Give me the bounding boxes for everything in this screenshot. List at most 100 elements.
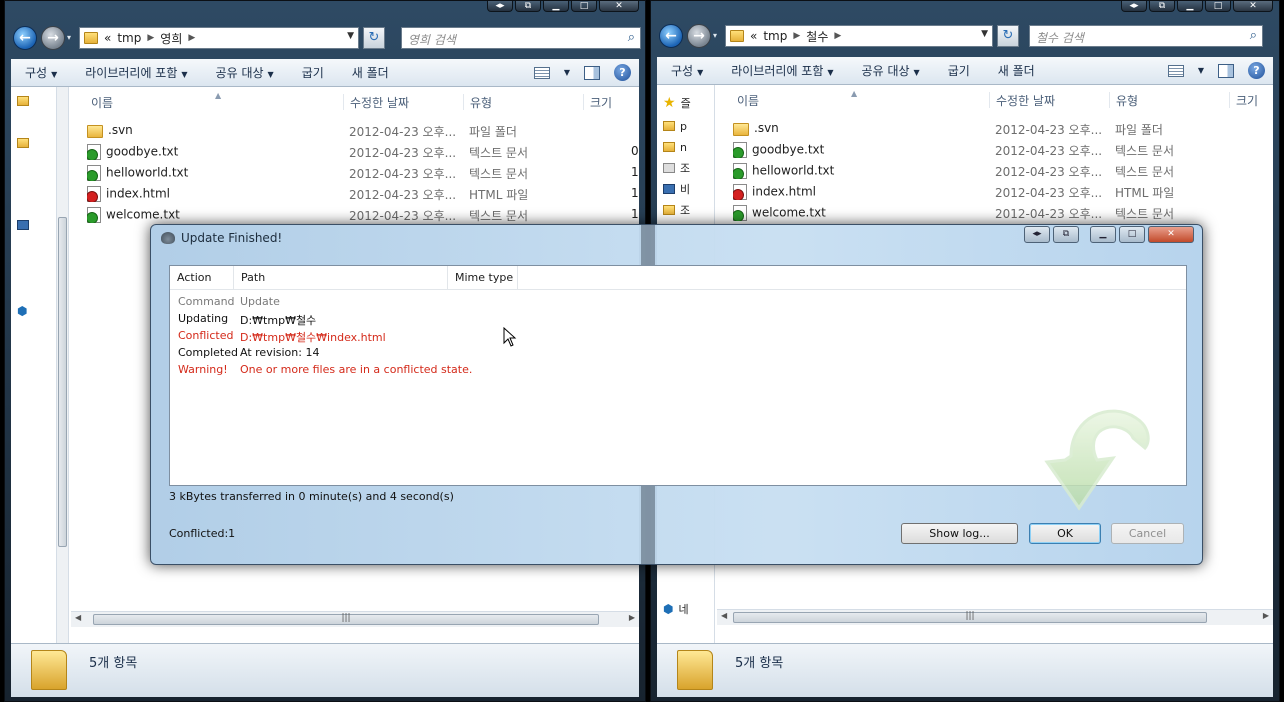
nav-item-network[interactable]: ⬢ 네 (663, 601, 689, 617)
file-name[interactable]: welcome.txt (87, 207, 337, 223)
column-size[interactable]: 크기 (1229, 92, 1279, 108)
include-library-menu[interactable]: 라이브러리에 포함 ▼ (71, 64, 201, 81)
show-log-button[interactable]: Show log... (901, 523, 1018, 544)
refresh-button[interactable]: ↻ (997, 25, 1019, 47)
view-options-icon[interactable] (533, 66, 550, 79)
snap-icon[interactable]: ◂▸ (487, 1, 513, 12)
file-row[interactable]: helloworld.txt2012-04-23 오후...텍스트 문서1 (717, 160, 1273, 181)
nav-item[interactable] (17, 135, 29, 151)
back-button[interactable]: ← (13, 26, 37, 50)
file-name[interactable]: .svn (733, 121, 983, 136)
snap-icon[interactable]: ◂▸ (1121, 1, 1147, 12)
scroll-thumb[interactable]: ||| (93, 613, 599, 625)
chevron-down-icon[interactable]: ▼ (1198, 66, 1204, 75)
column-action[interactable]: Action (170, 266, 234, 290)
breadcrumb-current[interactable]: 영희 (160, 30, 182, 47)
nav-item[interactable]: n (663, 139, 687, 155)
search-input[interactable]: 철수 검색 ⌕ (1029, 25, 1263, 47)
burn-button[interactable]: 굽기 (934, 62, 984, 79)
back-button[interactable]: ← (659, 24, 683, 48)
new-folder-button[interactable]: 새 폴더 (984, 62, 1049, 79)
nav-item-favorites[interactable]: ★ 즐 (663, 95, 691, 111)
organize-menu[interactable]: 구성 ▼ (11, 64, 71, 81)
address-bar[interactable]: « tmp ▶ 철수 ▶ ▼ (725, 25, 993, 47)
view-options-icon[interactable] (1167, 64, 1184, 77)
chevron-right-icon[interactable]: ▶ (793, 31, 800, 41)
search-icon[interactable]: ⌕ (1250, 28, 1257, 43)
help-icon[interactable]: ? (614, 64, 631, 81)
chevron-down-icon[interactable]: ▼ (347, 31, 354, 41)
close-button[interactable]: ✕ (1233, 1, 1273, 12)
file-row[interactable]: goodbye.txt2012-04-23 오후...텍스트 문서0 (71, 141, 639, 162)
breadcrumb-current[interactable]: 철수 (806, 28, 828, 45)
nav-item[interactable]: p (663, 118, 687, 134)
file-name[interactable]: goodbye.txt (87, 144, 337, 160)
preview-pane-icon[interactable] (1218, 63, 1234, 78)
cancel-button[interactable]: Cancel (1111, 523, 1184, 544)
search-icon[interactable]: ⌕ (628, 30, 635, 45)
column-name[interactable]: 이름 ▲ (85, 91, 343, 110)
scroll-right-icon[interactable]: ▶ (629, 613, 635, 622)
column-mime-type[interactable]: Mime type (448, 266, 518, 290)
file-row[interactable]: welcome.txt2012-04-23 오후...텍스트 문서1 (71, 204, 639, 225)
restore-icon[interactable]: ⧉ (1149, 1, 1175, 12)
minimize-button[interactable]: ▁ (543, 1, 569, 12)
navigation-pane[interactable]: ⬢ (11, 87, 69, 645)
column-type[interactable]: 유형 (463, 94, 583, 110)
log-row[interactable]: Conflicted D:₩tmp₩철수₩index.html (170, 328, 1186, 345)
help-icon[interactable]: ? (1248, 62, 1265, 79)
minimize-button[interactable]: ▁ (1177, 1, 1203, 12)
column-date[interactable]: 수정한 날짜 (989, 92, 1109, 108)
maximize-button[interactable]: □ (571, 1, 597, 12)
nav-item[interactable]: 조 (663, 202, 690, 218)
file-name[interactable]: welcome.txt (733, 205, 983, 221)
include-library-menu[interactable]: 라이브러리에 포함 ▼ (717, 62, 847, 79)
forward-button[interactable]: → (687, 24, 711, 48)
organize-menu[interactable]: 구성 ▼ (657, 62, 717, 79)
nav-item[interactable] (17, 217, 29, 233)
chevron-right-icon[interactable]: ▶ (834, 31, 841, 41)
refresh-button[interactable]: ↻ (363, 27, 385, 49)
snap-icon[interactable]: ◂▸ (1024, 226, 1050, 243)
file-name[interactable]: helloworld.txt (87, 165, 337, 181)
ok-button[interactable]: OK (1029, 523, 1101, 544)
column-date[interactable]: 수정한 날짜 (343, 94, 463, 110)
nav-item[interactable]: ⬢ (17, 303, 27, 319)
log-row[interactable]: Completed At revision: 14 (170, 345, 1186, 362)
nav-item[interactable]: 비 (663, 181, 690, 197)
maximize-button[interactable]: □ (1205, 1, 1231, 12)
forward-button[interactable]: → (41, 26, 65, 50)
address-bar[interactable]: « tmp ▶ 영희 ▶ ▼ (79, 27, 359, 49)
maximize-button[interactable]: □ (1119, 226, 1145, 243)
share-with-menu[interactable]: 공유 대상 ▼ (202, 64, 288, 81)
scroll-right-icon[interactable]: ▶ (1263, 611, 1269, 620)
file-row[interactable]: index.html2012-04-23 오후...HTML 파일1 (717, 181, 1273, 202)
preview-pane-icon[interactable] (584, 65, 600, 80)
file-name[interactable]: goodbye.txt (733, 142, 983, 158)
chevron-right-icon[interactable]: ▶ (147, 33, 154, 43)
restore-icon[interactable]: ⧉ (1053, 226, 1079, 243)
file-row[interactable]: welcome.txt2012-04-23 오후...텍스트 문서1 (717, 202, 1273, 223)
file-name[interactable]: .svn (87, 123, 337, 138)
nav-item[interactable] (17, 93, 29, 109)
log-row[interactable]: Warning! One or more files are in a confl… (170, 362, 1186, 379)
file-name[interactable]: helloworld.txt (733, 163, 983, 179)
column-path[interactable]: Path (234, 266, 448, 290)
scroll-thumb[interactable]: ||| (733, 611, 1207, 623)
file-name[interactable]: index.html (733, 184, 983, 200)
file-row[interactable]: helloworld.txt2012-04-23 오후...텍스트 문서1 (71, 162, 639, 183)
burn-button[interactable]: 굽기 (288, 64, 338, 81)
breadcrumb-tmp[interactable]: tmp (763, 29, 787, 43)
file-name[interactable]: index.html (87, 186, 337, 202)
horizontal-scrollbar[interactable]: ◀ ||| ▶ (717, 609, 1273, 625)
file-row[interactable]: .svn 2012-04-23 오후... 파일 폴더 (717, 118, 1273, 139)
file-row[interactable]: goodbye.txt2012-04-23 오후...텍스트 문서0 (717, 139, 1273, 160)
history-dropdown-icon[interactable]: ▾ (67, 33, 71, 42)
log-row[interactable]: Updating D:₩tmp₩철수 (170, 311, 1186, 328)
history-dropdown-icon[interactable]: ▾ (713, 31, 717, 40)
file-row[interactable]: index.html2012-04-23 오후...HTML 파일1 (71, 183, 639, 204)
search-input[interactable]: 영희 검색 ⌕ (401, 27, 641, 49)
file-row[interactable]: .svn 2012-04-23 오후... 파일 폴더 (71, 120, 639, 141)
update-log-list[interactable]: Action Path Mime type Command Update Updat… (169, 265, 1187, 511)
scroll-left-icon[interactable]: ◀ (721, 611, 727, 620)
